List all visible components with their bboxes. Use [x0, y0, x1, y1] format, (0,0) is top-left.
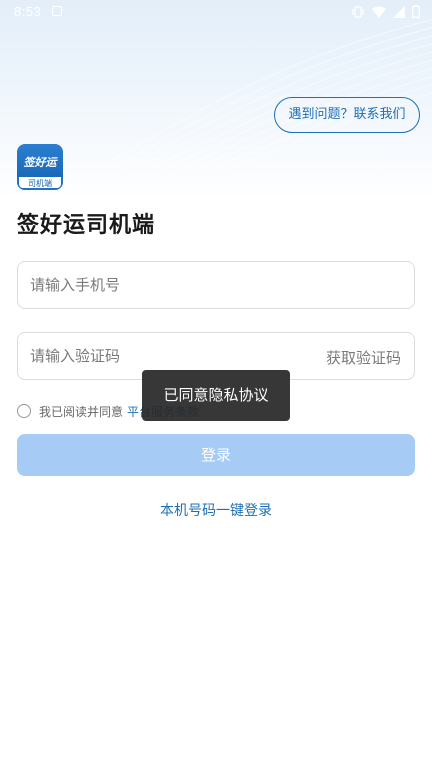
notification-icon — [52, 6, 62, 16]
status-bar: 8:53 — [0, 0, 432, 24]
status-time: 8:53 — [14, 4, 42, 19]
app-title: 签好运司机端 — [17, 213, 156, 238]
status-icons — [351, 5, 420, 18]
get-code-button[interactable]: 获取验证码 — [326, 347, 401, 368]
phone-input[interactable] — [30, 262, 310, 308]
logo-sub-text: 司机端 — [17, 177, 63, 190]
battery-icon — [412, 5, 420, 18]
vibrate-icon — [352, 5, 364, 18]
contact-us-button[interactable]: 遇到问题？联系我们 — [274, 97, 420, 133]
radio-icon[interactable] — [17, 404, 31, 418]
phone-field — [17, 261, 415, 309]
agreement-text: 我已阅读并同意 — [39, 404, 124, 419]
decorative-wave-lines — [112, 19, 432, 170]
app-logo: 签好运 司机端 — [17, 144, 63, 190]
logo-main-text: 签好运 — [23, 156, 57, 169]
one-click-login-link[interactable]: 本机号码一键登录 — [0, 500, 432, 520]
login-button[interactable]: 登录 — [17, 434, 415, 476]
signal-icon — [393, 5, 405, 18]
wifi-icon — [372, 6, 386, 18]
toast-message: 已同意隐私协议 — [142, 370, 290, 421]
